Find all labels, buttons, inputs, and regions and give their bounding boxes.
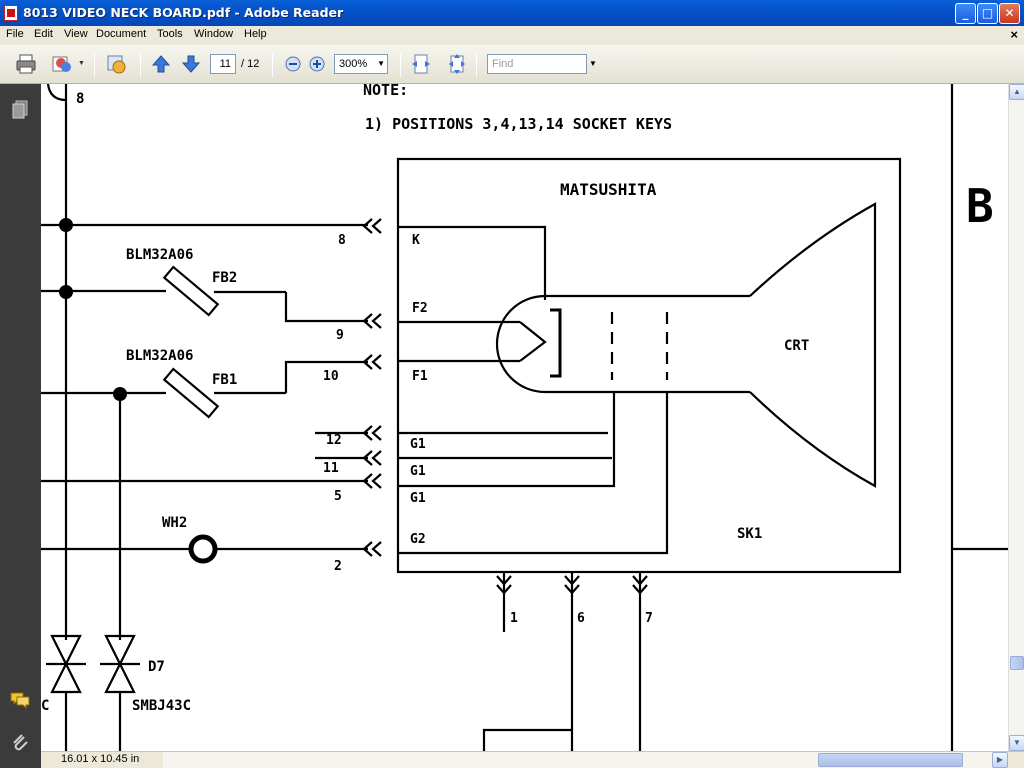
minimize-button[interactable]: _ [955, 3, 976, 24]
title-bar: 8013 VIDEO NECK BOARD.pdf - Adobe Reader… [0, 0, 1024, 26]
print-icon[interactable] [15, 53, 37, 75]
previous-page-icon[interactable] [150, 53, 172, 75]
toolbar-separator [140, 53, 141, 77]
toolbar-separator [400, 53, 401, 77]
ferrite-part-label: BLM32A06 [126, 247, 193, 263]
diode-ref-label: D7 [148, 659, 165, 675]
next-page-icon[interactable] [180, 53, 202, 75]
partial-heading: B [966, 179, 994, 233]
comments-icon[interactable] [9, 688, 31, 710]
scroll-right-icon[interactable]: ▶ [992, 752, 1008, 768]
chevron-down-icon[interactable]: ▼ [377, 55, 385, 73]
document-view[interactable]: 8 NOTE: 1) POSITIONS 3,4,13,14 SOCKET KE… [41, 84, 1008, 751]
partial-pin-number: 8 [76, 91, 84, 107]
navigation-panel [0, 84, 41, 768]
pin-number: 8 [338, 233, 346, 248]
maximize-button[interactable]: □ [977, 3, 998, 24]
ferrite-ref-label: FB1 [212, 372, 237, 388]
collaborate-icon[interactable] [51, 53, 73, 75]
pin-label: G2 [410, 532, 426, 547]
find-dropdown-icon[interactable]: ▼ [589, 59, 597, 68]
pin-label: F2 [412, 301, 428, 316]
collaborate-dropdown-icon[interactable]: ▼ [78, 60, 85, 67]
pin-label: F1 [412, 369, 428, 384]
toolbar-separator [94, 53, 95, 77]
ferrite-ref-label: FB2 [212, 270, 237, 286]
find-input[interactable]: Find [487, 54, 587, 74]
menu-bar: File Edit View Document Tools Window Hel… [0, 26, 1024, 45]
vertical-scrollbar[interactable]: ▲ ▼ [1008, 84, 1024, 751]
menu-tools[interactable]: Tools [157, 28, 183, 40]
pin-number: 11 [323, 461, 339, 476]
toolbar-separator [476, 53, 477, 77]
menu-file[interactable]: File [6, 28, 24, 40]
wire-label: WH2 [162, 515, 187, 531]
schematic-drawing: 8 NOTE: 1) POSITIONS 3,4,13,14 SOCKET KE… [41, 84, 1008, 751]
pages-icon[interactable] [9, 98, 31, 120]
manufacturer-label: MATSUSHITA [560, 180, 657, 199]
ferrite-part-label: BLM32A06 [126, 348, 193, 364]
pin-label: K [412, 233, 420, 248]
pin-number: 9 [336, 328, 344, 343]
pin-number: 7 [645, 611, 653, 626]
page-total: / 12 [241, 58, 260, 70]
note-title: NOTE: [363, 84, 408, 99]
note-line: 1) POSITIONS 3,4,13,14 SOCKET KEYS [365, 115, 672, 133]
pin-label: G1 [410, 437, 426, 452]
scroll-down-icon[interactable]: ▼ [1009, 735, 1024, 751]
diode-part-label: SMBJ43C [132, 698, 191, 714]
attachments-icon[interactable] [9, 732, 31, 754]
pin-number: 2 [334, 559, 342, 574]
adobe-reader-icon [4, 5, 18, 21]
pin-number: 5 [334, 489, 342, 504]
security-icon[interactable] [105, 53, 127, 75]
menu-edit[interactable]: Edit [34, 28, 53, 40]
page-size-readout: 16.01 x 10.45 in [61, 753, 140, 765]
horizontal-scrollbar[interactable] [163, 752, 1008, 768]
pin-number: 12 [326, 433, 342, 448]
close-button[interactable]: ✕ [999, 3, 1020, 24]
vertical-scroll-thumb[interactable] [1010, 656, 1024, 670]
zoom-out-icon[interactable] [282, 53, 304, 75]
menu-help[interactable]: Help [244, 28, 267, 40]
crt-label: CRT [784, 338, 809, 354]
menu-window[interactable]: Window [194, 28, 233, 40]
zoom-in-icon[interactable] [306, 53, 328, 75]
toolbar-separator [272, 53, 273, 77]
menu-view[interactable]: View [64, 28, 88, 40]
scroll-up-icon[interactable]: ▲ [1009, 84, 1024, 100]
horizontal-scroll-thumb[interactable] [818, 753, 963, 767]
zoom-value: 300% [339, 58, 368, 70]
page-number-input[interactable]: 11 [210, 54, 236, 74]
zoom-select[interactable]: 300% ▼ [334, 54, 388, 74]
fit-width-icon[interactable] [410, 53, 432, 75]
pin-label: G1 [410, 464, 426, 479]
pin-number: 6 [577, 611, 585, 626]
window-title: 8013 VIDEO NECK BOARD.pdf - Adobe Reader [23, 5, 344, 20]
diode-partial-label: C [41, 698, 49, 714]
status-bar: 16.01 x 10.45 in ◀ ▶ [41, 751, 1024, 768]
socket-label: SK1 [737, 526, 762, 542]
pin-number: 1 [510, 611, 518, 626]
pin-number: 10 [323, 369, 339, 384]
fit-page-icon[interactable] [446, 53, 468, 75]
pin-label: G1 [410, 491, 426, 506]
menu-document[interactable]: Document [96, 28, 146, 40]
close-document-button[interactable]: × [1010, 27, 1018, 42]
